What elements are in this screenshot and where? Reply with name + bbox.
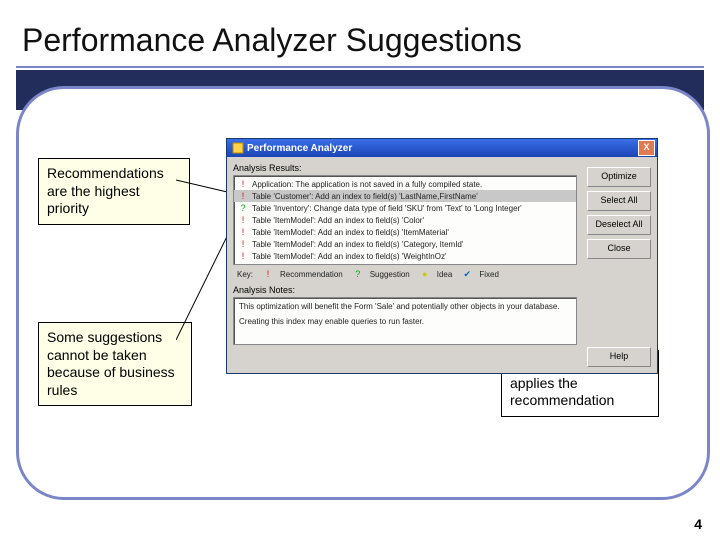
idea-icon: ● [420, 269, 430, 279]
list-item[interactable]: !Table 'Customer': Add an index to field… [234, 190, 576, 202]
list-item[interactable]: !Table 'ItemModel': Add an index to fiel… [234, 250, 576, 262]
analysis-notes-label: Analysis Notes: [233, 285, 577, 295]
window-title: Performance Analyzer [247, 143, 352, 154]
callout-recommendations: Recommendations are the highest priority [38, 158, 190, 225]
divider [16, 66, 704, 68]
slide-title: Performance Analyzer Suggestions [22, 22, 522, 59]
list-item[interactable]: !Table 'ItemModel': Add an index to fiel… [234, 226, 576, 238]
app-icon [232, 142, 244, 154]
recommendation-icon: ! [263, 269, 273, 279]
side-button-group: Optimize Select All Deselect All Close [587, 167, 651, 259]
analysis-notes: This optimization will benefit the Form … [233, 297, 577, 345]
help-button[interactable]: Help [587, 347, 651, 367]
analysis-results-list[interactable]: !Application: The application is not sav… [233, 175, 577, 265]
suggestion-icon: ? [353, 269, 363, 279]
suggestion-icon: ? [238, 203, 248, 213]
performance-analyzer-window: Performance Analyzer X Optimize Select A… [226, 138, 658, 374]
slide: Performance Analyzer Suggestions Recomme… [0, 0, 720, 540]
optimize-button[interactable]: Optimize [587, 167, 651, 187]
list-item[interactable]: !Table 'ItemModel': Add an index to fiel… [234, 238, 576, 250]
recommendation-icon: ! [238, 239, 248, 249]
recommendation-icon: ! [238, 191, 248, 201]
recommendation-icon: ! [238, 227, 248, 237]
fixed-icon: ✔ [462, 269, 472, 279]
key-legend: Key: !Recommendation ?Suggestion ●Idea ✔… [233, 267, 577, 281]
recommendation-icon: ! [238, 179, 248, 189]
window-titlebar: Performance Analyzer X [227, 139, 657, 157]
recommendation-icon: ! [238, 215, 248, 225]
select-all-button[interactable]: Select All [587, 191, 651, 211]
list-item[interactable]: ?Table 'Inventory': Change data type of … [234, 202, 576, 214]
callout-business-rules: Some suggestions cannot be taken because… [38, 322, 192, 406]
deselect-all-button[interactable]: Deselect All [587, 215, 651, 235]
page-number: 4 [694, 516, 702, 532]
list-item[interactable]: !Table 'ItemModel': Add an index to fiel… [234, 214, 576, 226]
list-item[interactable]: !Application: The application is not sav… [234, 178, 576, 190]
close-button[interactable]: X [638, 140, 655, 156]
key-label: Key: [237, 270, 253, 279]
recommendation-icon: ! [238, 251, 248, 261]
close-dialog-button[interactable]: Close [587, 239, 651, 259]
analysis-results-label: Analysis Results: [233, 163, 577, 173]
